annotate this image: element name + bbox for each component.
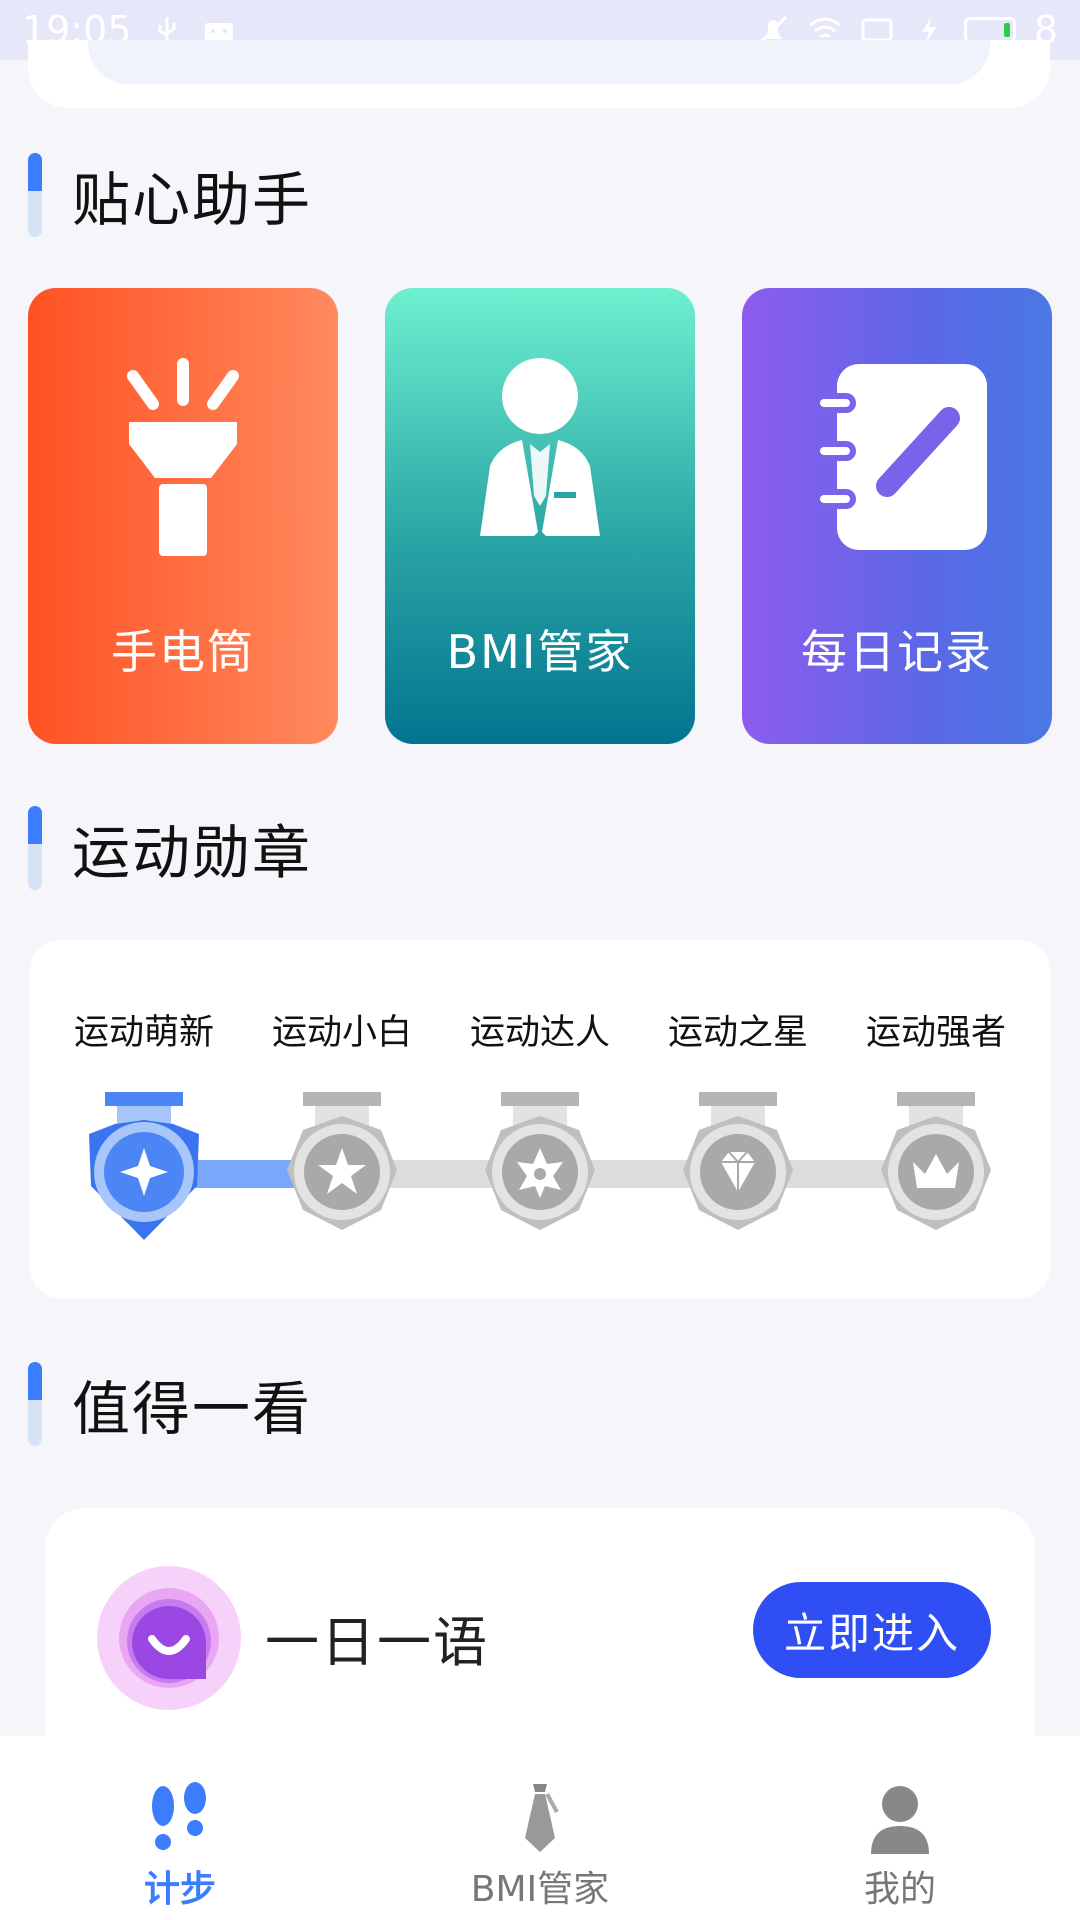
- medal-label: 运动小白: [271, 1013, 412, 1053]
- chat-bubble-icon: [97, 1566, 241, 1710]
- star4-medal-icon[interactable]: [85, 1090, 203, 1240]
- bmi-label: BMI管家: [446, 625, 634, 679]
- title-accent-bar: [28, 806, 42, 890]
- medal-label: 运动萌新: [73, 1013, 214, 1053]
- nav-item-bmi[interactable]: BMI管家: [360, 1736, 720, 1920]
- previous-card-inner: [88, 40, 990, 84]
- medal-label: 运动强者: [865, 1013, 1006, 1053]
- section-header-assistant: 贴心助手: [28, 153, 312, 237]
- flashlight-label: 手电筒: [111, 625, 255, 679]
- footsteps-icon: [152, 1782, 206, 1850]
- title-accent-bar: [28, 153, 42, 237]
- tie-icon: [525, 1784, 559, 1852]
- medal-label: 运动达人: [469, 1013, 610, 1053]
- bmi-person-icon: [480, 358, 600, 536]
- flashlight-icon: [127, 358, 239, 556]
- crown-medal-icon[interactable]: [877, 1090, 995, 1240]
- section-title: 贴心助手: [72, 166, 313, 234]
- notebook-icon: [814, 364, 987, 550]
- medal-label: 运动之星: [667, 1013, 808, 1053]
- diamond-medal-icon[interactable]: [679, 1090, 797, 1240]
- daily-record-label: 每日记录: [801, 625, 993, 679]
- bottom-nav: 计步 BMI管家 我的: [0, 1736, 1080, 1920]
- person-icon: [871, 1786, 929, 1854]
- flower-medal-icon[interactable]: [481, 1090, 599, 1240]
- nav-item-mine[interactable]: 我的: [720, 1736, 1080, 1920]
- medals-card: 运动萌新 运动小白 运动达人 运动之星 运动强者: [30, 940, 1050, 1298]
- nav-label: 计步: [143, 1869, 216, 1910]
- section-header-worth: 值得一看: [28, 1362, 312, 1446]
- quote-of-day-title: 一日一语: [265, 1611, 489, 1674]
- section-header-medals: 运动勋章: [28, 806, 312, 890]
- nav-label: BMI管家: [470, 1869, 610, 1910]
- bmi-card[interactable]: BMI管家: [385, 288, 695, 744]
- daily-record-card[interactable]: 每日记录: [742, 288, 1052, 744]
- flashlight-card[interactable]: 手电筒: [28, 288, 338, 744]
- star5-medal-icon[interactable]: [283, 1090, 401, 1240]
- section-title: 值得一看: [72, 1375, 313, 1443]
- previous-card: [28, 40, 1050, 108]
- section-title: 运动勋章: [72, 819, 313, 887]
- enter-now-button[interactable]: 立即进入: [753, 1582, 991, 1678]
- nav-item-steps[interactable]: 计步: [0, 1736, 360, 1920]
- medal-progress-remaining: [342, 1160, 942, 1188]
- title-accent-bar: [28, 1362, 42, 1446]
- nav-label: 我的: [863, 1869, 936, 1910]
